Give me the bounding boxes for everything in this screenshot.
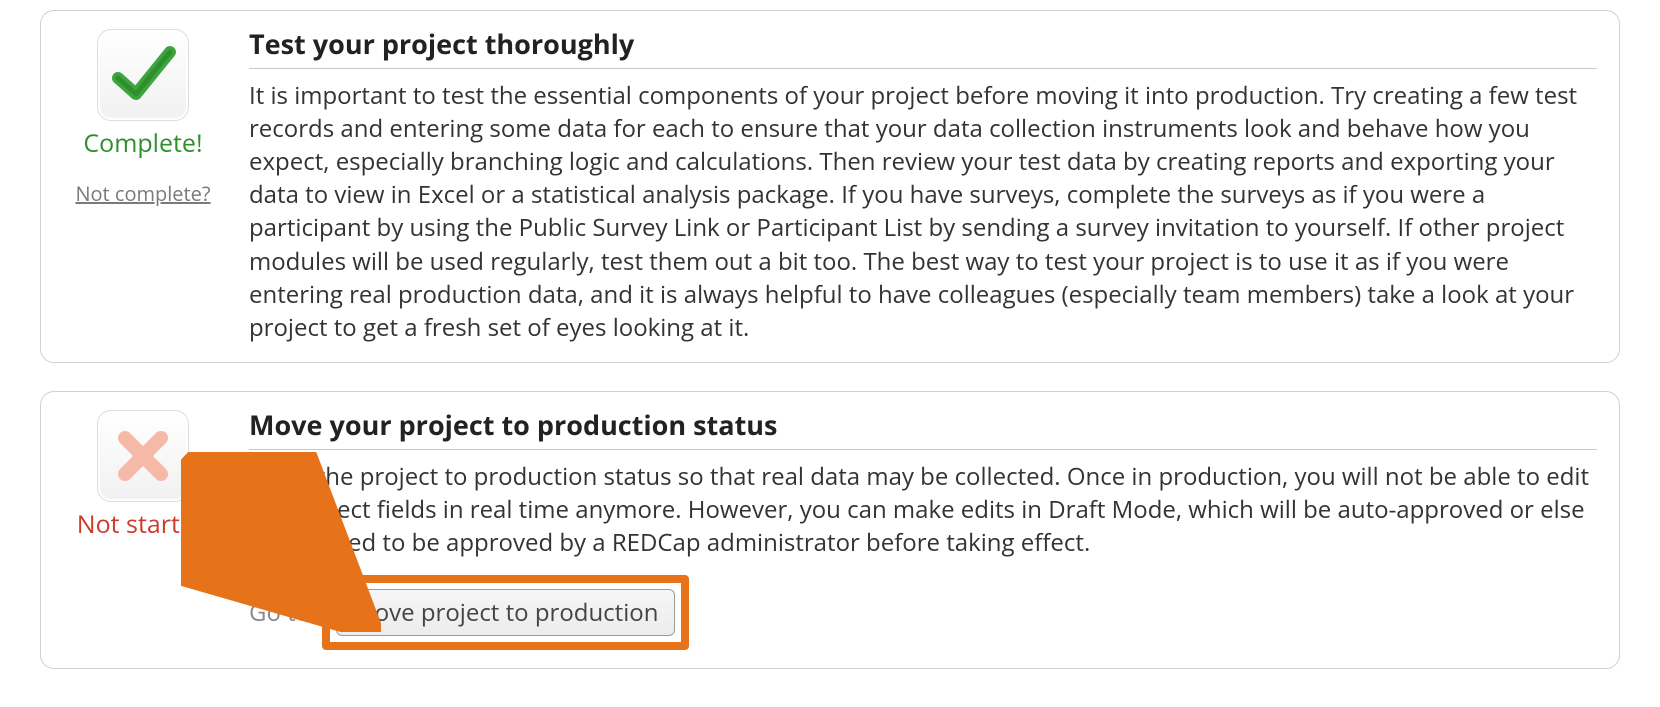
move-to-production-button[interactable]: Move project to production xyxy=(336,589,675,636)
checkmark-icon xyxy=(97,29,189,121)
checklist-step: Not started Move your project to product… xyxy=(40,391,1620,669)
step-description: Move the project to production status so… xyxy=(249,460,1597,559)
step-title: Move your project to production status xyxy=(249,406,1597,450)
goto-label: Go to xyxy=(249,596,310,629)
highlight-box: Move project to production xyxy=(322,575,689,650)
step-content: Move your project to production status M… xyxy=(249,406,1597,650)
status-label: Complete! xyxy=(83,129,202,158)
status-label: Not started xyxy=(77,510,209,539)
status-column: Complete! Not complete? xyxy=(63,25,223,207)
step-title: Test your project thoroughly xyxy=(249,25,1597,69)
not-complete-link[interactable]: Not complete? xyxy=(75,180,210,207)
status-column: Not started xyxy=(63,406,223,539)
goto-row: Go to Move project to production xyxy=(249,575,1597,650)
step-content: Test your project thoroughly It is impor… xyxy=(249,25,1597,344)
x-icon xyxy=(97,410,189,502)
step-description: It is important to test the essential co… xyxy=(249,79,1597,344)
checklist-step: Complete! Not complete? Test your projec… xyxy=(40,10,1620,363)
